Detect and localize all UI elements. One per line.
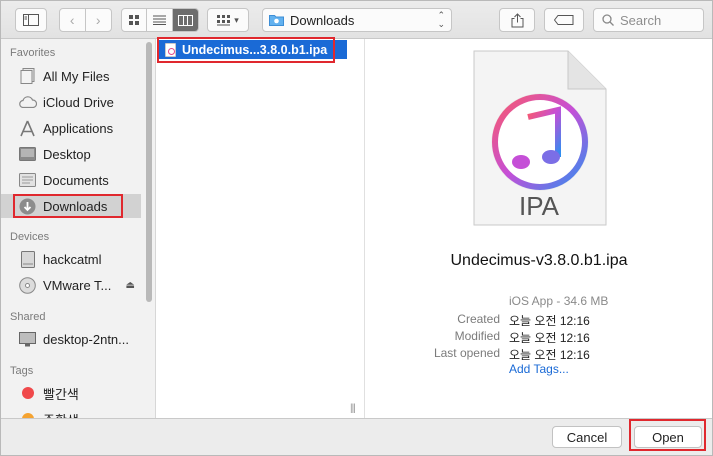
sidebar-item-label: Desktop [43, 146, 91, 162]
tag-button[interactable] [544, 8, 584, 32]
sidebar-item-label: Downloads [43, 198, 108, 214]
sidebar-item-label: Documents [43, 172, 109, 188]
sidebar-item-hackcatml[interactable]: hackcatml [1, 247, 141, 271]
red-tag-icon [18, 384, 37, 403]
ipa-icon-label: IPA [519, 191, 559, 221]
meta-created-value: 오늘 오전 12:16 [509, 314, 590, 328]
meta-modified-label: Modified [454, 329, 500, 343]
drive-icon [18, 250, 37, 269]
chevron-down-icon: ▾ [234, 14, 239, 25]
file-row-selected[interactable]: Undecimus...3.8.0.b1.ipa [157, 40, 347, 59]
list-icon [153, 15, 167, 25]
sidebar-toggle-button[interactable] [15, 8, 47, 32]
tag-icon [554, 15, 574, 25]
sidebar-item-label: desktop-2ntn... [43, 331, 129, 347]
sidebar-item-label: All My Files [43, 68, 110, 84]
disc-icon [18, 276, 37, 295]
grid-icon [128, 14, 139, 25]
search-icon [602, 14, 614, 26]
ipa-document-icon: IPA [470, 49, 608, 227]
sidebar-item-label: 빨간색 [43, 386, 79, 402]
folder-icon [269, 15, 284, 26]
sidebar-item-tag-red[interactable]: 빨간색 [1, 381, 141, 405]
arrange-icon [217, 14, 231, 25]
icon-view-button[interactable] [122, 9, 148, 31]
desktop-icon [18, 145, 37, 164]
meta-last-opened-value: 오늘 오전 12:16 [509, 348, 590, 362]
chevron-left-icon: ‹ [69, 12, 75, 28]
all-files-icon [18, 67, 37, 86]
sidebar-item-label: Applications [43, 120, 114, 136]
cancel-button[interactable]: Cancel [552, 426, 622, 448]
sidebar-item-tag-orange[interactable]: 주황색 [1, 407, 141, 418]
sidebar-item-desktop[interactable]: Desktop [1, 142, 141, 166]
sidebar-toggle-icon [23, 14, 39, 26]
cloud-icon [18, 93, 37, 112]
file-column: Undecimus...3.8.0.b1.ipa ||| [157, 39, 365, 418]
meta-created-label: Created [457, 312, 500, 326]
applications-icon [18, 119, 37, 138]
sidebar-scrollbar[interactable] [146, 42, 152, 302]
meta-modified-value: 오늘 오전 12:16 [509, 331, 590, 345]
search-field[interactable]: Search [593, 8, 704, 32]
favorites-section-title: Favorites [10, 47, 56, 59]
sidebar-item-documents[interactable]: Documents [1, 168, 141, 192]
sidebar-item-all-my-files[interactable]: All My Files [1, 64, 141, 88]
search-placeholder: Search [620, 12, 662, 28]
back-button[interactable]: ‹ [60, 9, 86, 31]
column-resize-handle[interactable]: ||| [350, 403, 356, 414]
orange-tag-icon [18, 410, 37, 418]
sidebar-item-icloud-drive[interactable]: iCloud Drive [1, 90, 141, 114]
meta-kind-value: iOS App - 34.6 MB [509, 294, 609, 308]
sidebar-item-desktop-2ntn[interactable]: desktop-2ntn... [1, 327, 141, 351]
arrange-button[interactable]: ▾ [207, 8, 249, 32]
open-file-dialog: ‹ › ▾ Downloads ⌃ ⌄ Search Favorites All… [0, 0, 713, 456]
red-tag-dot [21, 387, 34, 399]
tags-section-title: Tags [10, 365, 34, 377]
preview-file-name: Undecimus-v3.8.0.b1.ipa [450, 252, 628, 269]
forward-button[interactable]: › [86, 9, 111, 31]
view-mode-selector [121, 8, 199, 32]
history-nav: ‹ › [59, 8, 112, 32]
preview-pane: IPA Undecimus-v3.8.0.b1.ipa iOS App - 34… [366, 39, 712, 418]
shared-section-title: Shared [10, 311, 46, 323]
add-tags-link[interactable]: Add Tags... [509, 362, 569, 376]
devices-section-title: Devices [10, 231, 50, 243]
open-button[interactable]: Open [634, 426, 702, 448]
path-label: Downloads [290, 12, 355, 28]
share-button[interactable] [499, 8, 535, 32]
documents-icon [18, 171, 37, 190]
share-icon [511, 12, 523, 27]
eject-icon[interactable]: ⏏ [126, 280, 135, 291]
toolbar: ‹ › ▾ Downloads ⌃ ⌄ Search [1, 1, 712, 39]
downloads-icon [18, 197, 37, 216]
columns-icon [177, 14, 193, 26]
sidebar-item-label: iCloud Drive [43, 94, 114, 110]
path-popup[interactable]: Downloads ⌃ ⌄ [262, 8, 452, 32]
chevron-right-icon: › [95, 12, 101, 28]
file-row-label: Undecimus...3.8.0.b1.ipa [182, 42, 328, 57]
sidebar-item-label: 주황색 [43, 410, 79, 419]
updown-chevron-icon: ⌃ ⌄ [437, 10, 445, 29]
dialog-button-bar: Cancel Open [1, 418, 712, 455]
list-view-button[interactable] [147, 9, 173, 31]
column-view-button[interactable] [172, 9, 198, 31]
ipa-file-icon [165, 42, 176, 57]
sidebar-item-vmware-tools[interactable]: VMware T... ⏏ [1, 273, 141, 297]
sidebar: Favorites All My Files iCloud Drive Appl… [1, 39, 156, 418]
monitor-icon [18, 330, 37, 349]
sidebar-item-label: VMware T... [43, 277, 112, 293]
meta-last-opened-label: Last opened [433, 346, 500, 360]
sidebar-item-applications[interactable]: Applications [1, 116, 141, 140]
sidebar-item-label: hackcatml [43, 251, 102, 267]
sidebar-item-downloads[interactable]: Downloads [1, 194, 141, 218]
